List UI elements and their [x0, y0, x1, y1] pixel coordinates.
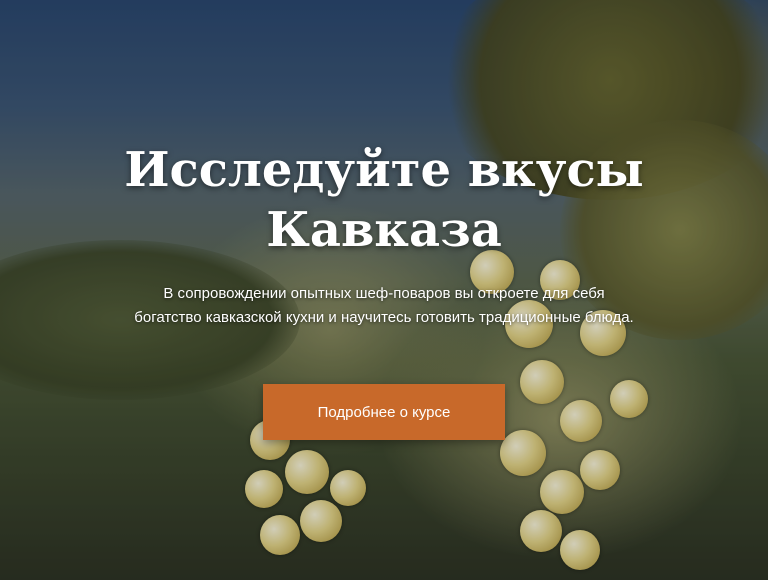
course-details-button[interactable]: Подробнее о курсе — [263, 384, 505, 440]
hero-title: Исследуйте вкусы Кавказа — [124, 142, 644, 258]
hero-subtitle: В сопровождении опытных шеф-поваров вы о… — [134, 285, 634, 326]
hero-content: Исследуйте вкусы Кавказа В сопровождении… — [0, 0, 768, 580]
hero-section: Исследуйте вкусы Кавказа В сопровождении… — [0, 0, 768, 580]
